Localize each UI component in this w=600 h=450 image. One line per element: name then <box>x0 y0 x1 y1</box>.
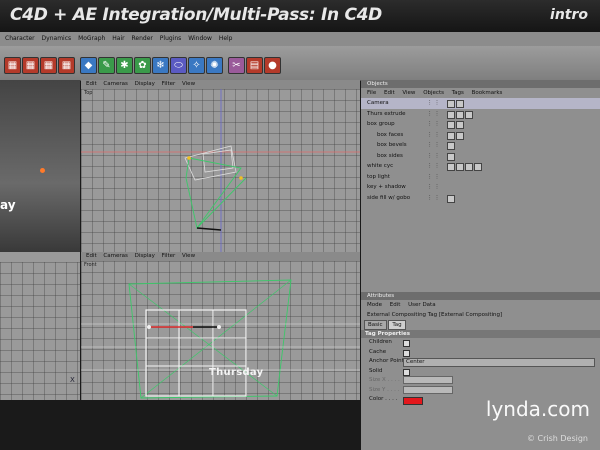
objects-header: Objects <box>361 80 600 88</box>
anchor-point-property: Anchor Point Center <box>361 357 600 367</box>
objects-menu: File Edit View Objects Tags Bookmarks <box>361 88 600 98</box>
front-viewport[interactable]: Edit Cameras Display Filter View Front T… <box>81 252 360 400</box>
obj-menu-tags[interactable]: Tags <box>452 90 464 96</box>
menu-mograph[interactable]: MoGraph <box>78 32 105 46</box>
attr-menu-edit[interactable]: Edit <box>390 302 401 308</box>
object-row[interactable]: key + shadow ⋮ ⋮ <box>361 182 600 193</box>
magnet-tool-icon[interactable]: ✂ <box>228 57 245 74</box>
record-icon[interactable]: ● <box>264 57 281 74</box>
cache-checkbox[interactable] <box>403 349 410 357</box>
light-object-icon[interactable]: ✺ <box>206 57 223 74</box>
attr-menu-mode[interactable]: Mode <box>367 302 382 308</box>
render-picture-viewer-icon[interactable]: ▦ <box>40 57 57 74</box>
attributes-header: Attributes <box>361 292 600 300</box>
obj-menu-file[interactable]: File <box>367 90 376 96</box>
object-row[interactable]: box faces ⋮ ⋮ <box>361 130 600 141</box>
size-x-field[interactable] <box>403 376 453 384</box>
size-y-property: Size Y . . . . <box>361 385 600 396</box>
children-checkbox[interactable] <box>403 340 410 347</box>
render-queue-icon[interactable]: ▤ <box>246 57 263 74</box>
menu-character[interactable]: Character <box>5 32 35 46</box>
object-row[interactable]: white cyc ⋮ ⋮ <box>361 161 600 172</box>
solid-property: Solid <box>361 367 600 377</box>
object-row[interactable]: side fill w/ gobo ⋮ ⋮ <box>361 193 600 204</box>
tab-tag[interactable]: Tag <box>388 320 406 330</box>
object-row[interactable]: top light ⋮ ⋮ <box>361 172 600 183</box>
light-marker <box>40 168 45 173</box>
array-icon[interactable]: ✿ <box>134 57 151 74</box>
obj-menu-view[interactable]: View <box>402 90 415 96</box>
video-title: C4D + AE Integration/Multi-Pass: In C4D <box>10 5 382 25</box>
render-region-icon[interactable]: ▦ <box>22 57 39 74</box>
copyright-text: © Crish Design <box>526 434 588 443</box>
obj-menu-objects[interactable]: Objects <box>423 90 444 96</box>
object-row[interactable]: Thurs extrude ⋮ ⋮ <box>361 109 600 120</box>
chapter-tag: intro <box>550 7 588 23</box>
cache-property: Cache <box>361 348 600 358</box>
object-list: Camera ⋮ ⋮ Thurs extrude ⋮ ⋮ box group ⋮ ⋮ … <box>361 98 600 203</box>
menu-window[interactable]: Window <box>188 32 212 46</box>
menu-dynamics[interactable]: Dynamics <box>42 32 72 46</box>
attr-menu-user-data[interactable]: User Data <box>408 302 435 308</box>
scene-text-fragment: ay <box>0 198 16 212</box>
object-row[interactable]: box sides ⋮ ⋮ <box>361 151 600 162</box>
deformer-icon[interactable]: ❄ <box>152 57 169 74</box>
top-viewport[interactable]: Edit Cameras Display Filter View Top <box>81 80 360 252</box>
attributes-menu: Mode Edit User Data <box>361 300 600 310</box>
render-view-icon[interactable]: ▦ <box>4 57 21 74</box>
render-settings-icon[interactable]: ▦ <box>58 57 75 74</box>
tag-properties-section: Tag Properties <box>361 330 600 338</box>
attributes-tabs: Basic Tag <box>361 320 600 330</box>
menu-render[interactable]: Render <box>132 32 153 46</box>
perspective-viewport[interactable]: ay <box>0 80 80 252</box>
cube-primitive-icon[interactable]: ◆ <box>80 57 97 74</box>
menu-plugins[interactable]: Plugins <box>160 32 182 46</box>
children-property: Children <box>361 338 600 348</box>
obj-menu-bookmarks[interactable]: Bookmarks <box>472 90 503 96</box>
video-title-banner: C4D + AE Integration/Multi-Pass: In C4D … <box>0 0 600 32</box>
color-swatch[interactable] <box>403 397 423 405</box>
tab-basic[interactable]: Basic <box>364 320 387 330</box>
axis-label: X <box>70 376 75 384</box>
side-viewport[interactable]: X <box>0 252 80 400</box>
floor-object-icon[interactable]: ⬭ <box>170 57 187 74</box>
lynda-watermark: lynda.com <box>485 397 590 421</box>
camera-object-icon[interactable]: ✧ <box>188 57 205 74</box>
object-row[interactable]: box group ⋮ ⋮ <box>361 119 600 130</box>
size-x-property: Size X . . . . <box>361 376 600 386</box>
obj-menu-edit[interactable]: Edit <box>384 90 395 96</box>
main-toolbar: ▦ ▦ ▦ ▦ ◆ ✎ ✱ ✿ ❄ ⬭ ✧ ✺ ✂ ▤ ● <box>0 46 600 81</box>
menu-help[interactable]: Help <box>219 32 233 46</box>
menu-hair[interactable]: Hair <box>112 32 124 46</box>
solid-checkbox[interactable] <box>403 368 410 376</box>
object-row[interactable]: box bevels ⋮ ⋮ <box>361 140 600 151</box>
thursday-text-object: Thursday <box>209 367 264 378</box>
pen-spline-icon[interactable]: ✎ <box>98 57 115 74</box>
object-row[interactable]: Camera ⋮ ⋮ <box>361 98 600 109</box>
main-menu-bar: Character Dynamics MoGraph Hair Render P… <box>0 32 600 46</box>
attributes-manager: Attributes Mode Edit User Data External … <box>361 292 600 450</box>
subdivision-nurbs-icon[interactable]: ✱ <box>116 57 133 74</box>
objects-manager: Objects File Edit View Objects Tags Book… <box>361 80 600 292</box>
attributes-title: External Compositing Tag [External Compo… <box>367 312 503 318</box>
top-viewport-wireframe <box>81 89 360 252</box>
size-y-field[interactable] <box>403 385 453 394</box>
